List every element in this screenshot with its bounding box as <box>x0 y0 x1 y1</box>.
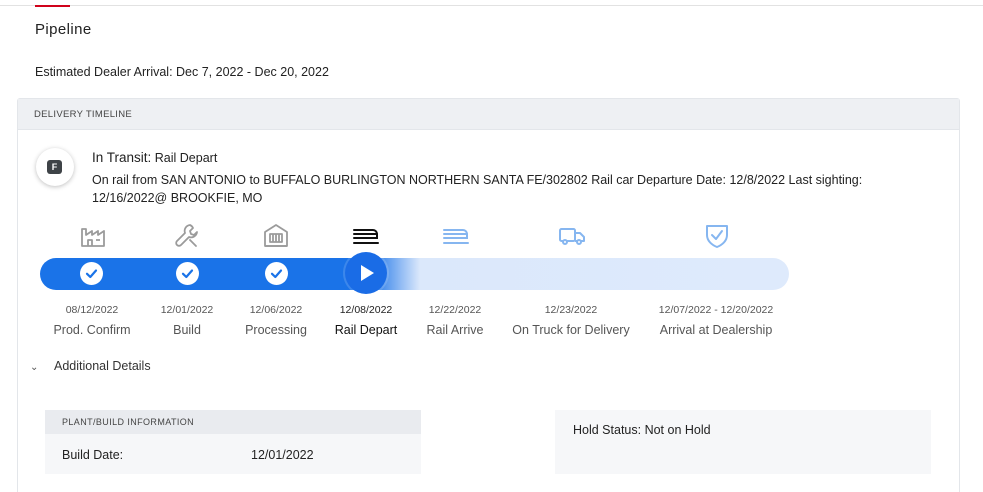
step-label: Processing <box>245 323 307 337</box>
panel-header: DELIVERY TIMELINE <box>18 99 959 130</box>
additional-details-toggle[interactable]: ⌄ Additional Details <box>30 359 151 373</box>
factory-icon <box>78 220 108 250</box>
step-date: 12/01/2022 <box>160 304 214 316</box>
step-label: On Truck for Delivery <box>512 323 630 337</box>
wrench-icon <box>172 220 202 250</box>
build-date-label: Build Date: <box>62 448 124 462</box>
transit-description: On rail from SAN ANTONIO to BUFFALO BURL… <box>92 173 863 205</box>
additional-details-label: Additional Details <box>54 359 151 373</box>
plant-build-header: PLANT/BUILD INFORMATION <box>45 410 421 434</box>
step-label: Build <box>173 323 201 337</box>
active-tab-indicator <box>35 5 70 7</box>
hold-status-card: Hold Status: Not on Hold <box>555 410 931 474</box>
step-label-current: Rail Depart <box>334 323 398 337</box>
step-date: 12/22/2022 <box>428 304 482 316</box>
rail-arrive-icon <box>441 220 471 250</box>
top-divider <box>0 5 983 6</box>
step-date: 12/23/2022 <box>544 304 598 316</box>
step-date: 12/07/2022 - 12/20/2022 <box>658 304 774 316</box>
chevron-down-icon: ⌄ <box>30 362 39 373</box>
plant-build-card: PLANT/BUILD INFORMATION Build Date: 12/0… <box>45 410 421 474</box>
hold-status-text: Hold Status: Not on Hold <box>573 423 711 437</box>
prod-confirm-check-icon <box>80 262 103 285</box>
truck-icon <box>557 220 587 250</box>
build-check-icon <box>176 262 199 285</box>
step-date: 08/12/2022 <box>65 304 119 316</box>
status-label: In Transit: <box>92 150 152 165</box>
step-label: Prod. Confirm <box>53 323 131 337</box>
progress-track <box>40 258 789 290</box>
build-date-value: 12/01/2022 <box>251 448 314 462</box>
transit-status: In Transit: Rail Depart <box>92 150 217 165</box>
step-date: 12/06/2022 <box>249 304 303 316</box>
f-icon: F <box>47 160 62 174</box>
step-label: Rail Arrive <box>426 323 484 337</box>
status-badge: F <box>36 148 74 186</box>
estimated-arrival: Estimated Dealer Arrival: Dec 7, 2022 - … <box>35 65 329 79</box>
step-date-current: 12/08/2022 <box>339 304 393 316</box>
processing-icon <box>261 220 291 250</box>
shield-check-icon <box>702 220 732 250</box>
status-value: Rail Depart <box>154 151 218 165</box>
current-step-play-icon <box>345 252 387 294</box>
page-title: Pipeline <box>35 21 92 38</box>
processing-check-icon <box>265 262 288 285</box>
train-icon <box>351 220 381 250</box>
step-label: Arrival at Dealership <box>659 323 773 337</box>
